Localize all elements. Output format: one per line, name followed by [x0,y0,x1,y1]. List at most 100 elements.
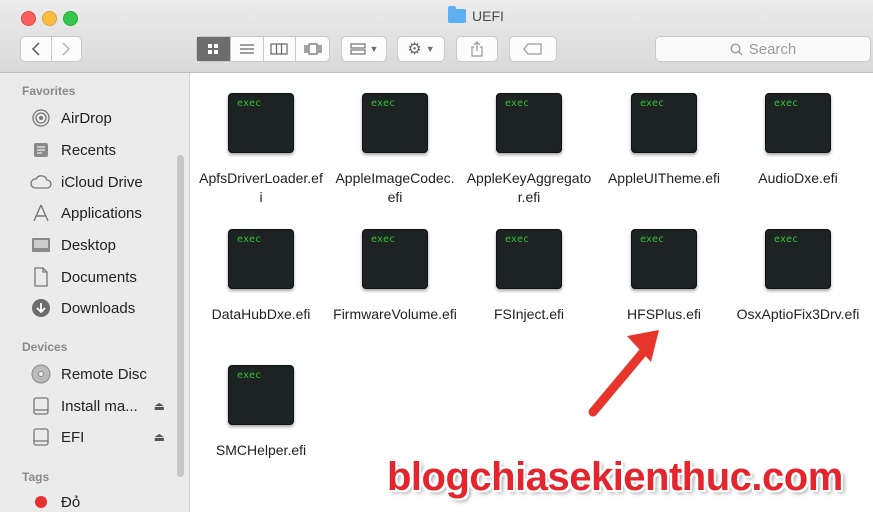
sidebar-item-label: iCloud Drive [61,173,143,191]
devices-header: Devices [22,340,68,354]
sidebar-item-label: Desktop [61,236,117,254]
desktop-icon [30,234,52,256]
eject-icon[interactable]: ⏏ [154,399,165,413]
file-name: AppleImageCodec.efi [335,170,455,205]
window-title: UEFI [448,6,504,24]
minimize-window-button[interactable] [42,11,57,26]
sidebar-item-label: Recents [61,141,117,159]
executable-icon: exec [362,229,428,289]
folder-icon [448,6,466,23]
file-item[interactable]: exec AudioDxe.efi [731,93,865,188]
recents-icon [30,139,52,161]
file-item[interactable]: exec ApfsDriverLoader.efi [194,93,328,207]
tag-icon [523,43,542,55]
downloads-icon [30,297,52,319]
file-grid: exec ApfsDriverLoader.efi exec AppleImag… [191,73,873,512]
executable-icon: exec [631,229,697,289]
file-name: AppleUITheme.efi [607,170,721,186]
sidebar-item-applications[interactable]: Applications [30,202,175,224]
forward-button[interactable] [52,37,82,61]
executable-icon: exec [765,229,831,289]
zoom-window-button[interactable] [63,11,78,26]
chevron-down-icon: ▼ [425,44,435,54]
file-item[interactable]: exec AppleKeyAggregator.efi [462,93,596,207]
executable-icon: exec [228,93,294,153]
sidebar-item-downloads[interactable]: Downloads [30,297,175,319]
list-view-button[interactable] [231,37,264,61]
group-icon [349,43,366,55]
sidebar-item-label: AirDrop [61,109,112,127]
sidebar: Favorites AirDrop Recents iCloud Drive A… [0,73,190,512]
file-name: SMCHelper.efi [215,442,307,458]
sidebar-item-recents[interactable]: Recents [30,139,175,161]
executable-icon: exec [228,365,294,425]
search-field[interactable]: Search [655,36,871,62]
sidebar-item-label: Install ma... [61,397,138,415]
sidebar-scrollbar[interactable] [177,155,184,477]
file-item[interactable]: exec SMCHelper.efi [194,365,328,460]
documents-icon [30,266,52,288]
eject-icon[interactable]: ⏏ [154,430,165,444]
sidebar-item-label: Remote Disc [61,365,147,383]
file-name: AppleKeyAggregator.efi [466,170,592,205]
sidebar-item-label: Downloads [61,299,136,317]
sidebar-item-label: Documents [61,268,137,286]
executable-icon: exec [496,229,562,289]
file-name: FSInject.efi [493,306,565,322]
coverflow-view-button[interactable] [296,37,329,61]
sidebar-item-remote-disc[interactable]: Remote Disc [30,363,175,385]
executable-icon: exec [631,93,697,153]
edit-tags-button[interactable] [509,36,557,62]
watermark: blogchiasekienthuc.com [387,455,843,499]
file-item[interactable]: exec AppleUITheme.efi [597,93,731,188]
share-button[interactable] [456,36,498,62]
icon-view-button[interactable] [197,37,231,61]
file-name: DataHubDxe.efi [211,306,311,322]
sidebar-item-airdrop[interactable]: AirDrop [30,107,175,129]
applications-icon [30,202,52,224]
chevron-left-icon [31,42,40,56]
file-name: ApfsDriverLoader.efi [199,170,323,205]
file-item[interactable]: exec FirmwareVolume.efi [328,229,462,324]
sidebar-item-label: Applications [61,204,142,222]
tags-header: Tags [22,470,50,484]
disc-icon [30,363,52,385]
file-item[interactable]: exec AppleImageCodec.efi [328,93,462,207]
sidebar-item-install-drive[interactable]: Install ma... ⏏ [30,395,175,417]
executable-icon: exec [228,229,294,289]
list-icon [239,44,254,54]
action-menu-button[interactable]: ⚙ ▼ [397,36,445,62]
sidebar-item-efi[interactable]: EFI ⏏ [30,426,175,448]
file-item-hfsplus[interactable]: exec HFSPlus.efi [597,229,731,324]
close-window-button[interactable] [21,11,36,26]
navigation-buttons [20,36,82,62]
file-name: OsxAptioFix3Drv.efi [736,306,860,322]
sidebar-item-desktop[interactable]: Desktop [30,234,175,256]
file-item[interactable]: exec OsxAptioFix3Drv.efi [731,229,865,324]
grid-icon [208,44,219,54]
sidebar-item-label: EFI [61,428,85,446]
file-name: AudioDxe.efi [758,170,838,186]
file-item[interactable]: exec DataHubDxe.efi [194,229,328,324]
group-by-button[interactable]: ▼ [341,36,387,62]
view-mode-control [196,36,330,62]
search-icon [730,42,743,56]
window-titlebar: UEFI ▼ ⚙ ▼ Search [0,0,873,73]
executable-icon: exec [496,93,562,153]
search-placeholder: Search [748,40,797,58]
sidebar-item-label: Đỏ [61,493,81,511]
gear-icon: ⚙ [407,41,422,58]
executable-icon: exec [362,93,428,153]
sidebar-item-documents[interactable]: Documents [30,266,175,288]
favorites-header: Favorites [22,84,76,98]
file-name: FirmwareVolume.efi [333,306,457,322]
sidebar-item-tag-red[interactable]: Đỏ [30,491,175,513]
cloud-icon [30,171,52,193]
sidebar-item-icloud-drive[interactable]: iCloud Drive [30,171,175,193]
drive-icon [30,395,52,417]
back-button[interactable] [21,37,52,61]
column-view-button[interactable] [264,37,297,61]
red-arrow-annotation [588,330,659,417]
chevron-down-icon: ▼ [369,44,379,54]
file-item[interactable]: exec FSInject.efi [462,229,596,324]
